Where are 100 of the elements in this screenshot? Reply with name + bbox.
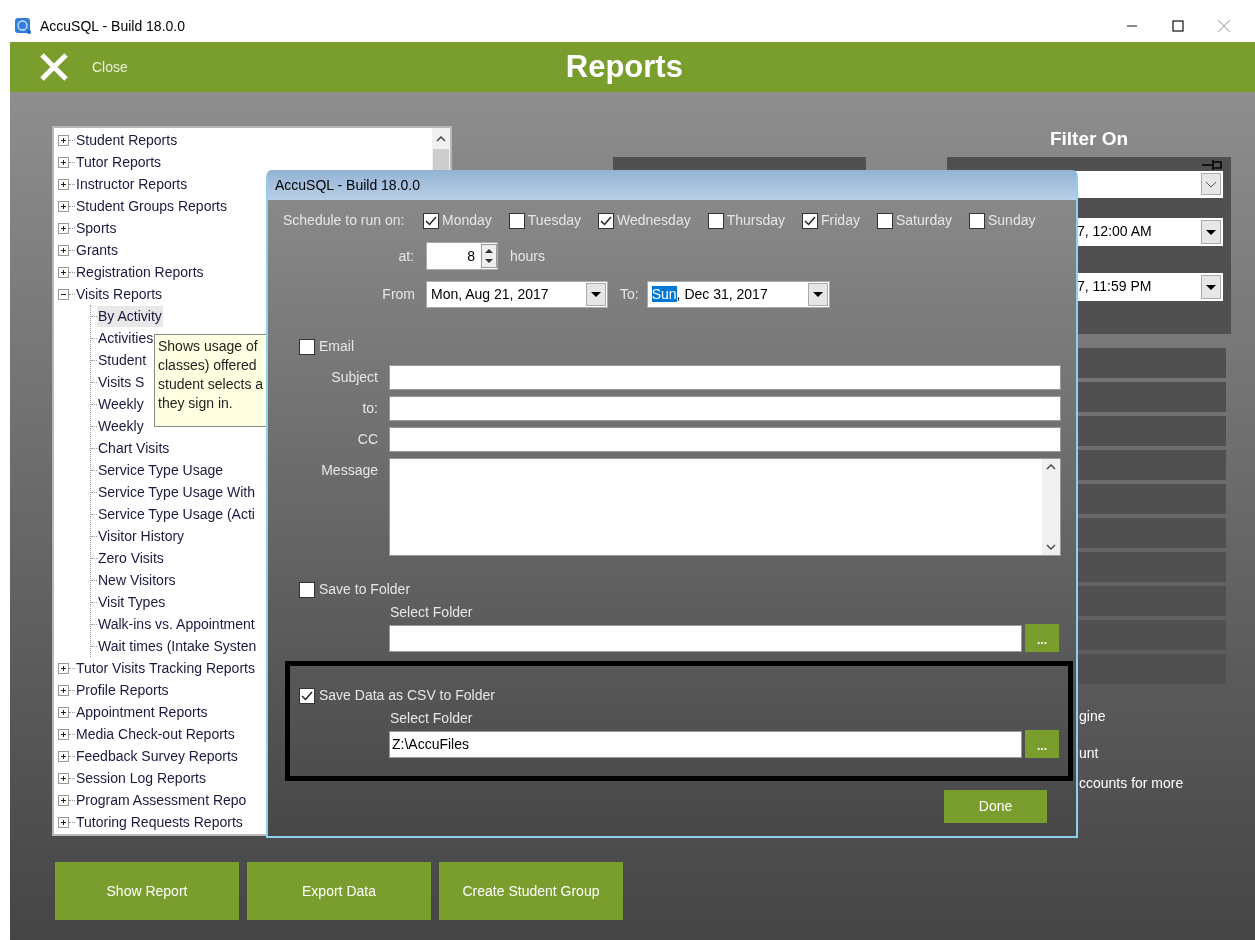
text-field[interactable] [389, 365, 1061, 390]
select-folder-label: Select Folder [390, 710, 473, 726]
tree-item[interactable]: Feedback Survey Reports [75, 745, 239, 767]
tree-item[interactable]: Program Assessment Repo [75, 789, 248, 811]
checkbox[interactable] [876, 212, 893, 229]
tree-item[interactable]: Weekly [97, 415, 145, 437]
day-label: Tuesday [527, 211, 581, 230]
expand-icon[interactable] [58, 684, 69, 696]
tree-item[interactable]: Activities [97, 327, 155, 349]
to-date-picker[interactable]: Sun, Dec 31, 2017 [646, 281, 830, 308]
expand-icon[interactable] [58, 728, 69, 740]
expand-icon[interactable] [58, 816, 69, 828]
tree-item[interactable]: Visits Reports [75, 283, 164, 305]
tree-item[interactable]: Student Reports [75, 129, 179, 151]
tree-item[interactable]: Zero Visits [97, 547, 165, 569]
folder-field[interactable]: Z:\AccuFiles [389, 730, 1022, 758]
tree-item[interactable]: Tutor Visits Tracking Reports [75, 657, 256, 679]
tree-item[interactable]: Student Groups Reports [75, 195, 228, 217]
expand-icon[interactable] [58, 662, 69, 674]
checkbox[interactable] [969, 212, 985, 229]
close-icon [38, 51, 70, 83]
message-label: Message [320, 461, 379, 480]
tree-item[interactable]: Service Type Usage [97, 459, 225, 481]
tree-item[interactable]: Session Log Reports [75, 767, 207, 789]
tree-item[interactable]: Registration Reports [75, 261, 205, 283]
hours-label: hours [510, 246, 546, 266]
expand-icon[interactable] [58, 750, 69, 762]
expand-icon[interactable] [58, 244, 69, 256]
expand-icon[interactable] [58, 266, 69, 278]
checkbox[interactable] [299, 338, 315, 355]
filter-title: Filter On [1048, 127, 1130, 151]
tree-item[interactable]: Visitor History [97, 525, 186, 547]
expand-icon[interactable] [58, 706, 69, 718]
tree-item[interactable]: Appointment Reports [75, 701, 209, 723]
to-label: To: [620, 285, 639, 304]
text-field[interactable] [389, 396, 1061, 421]
from-date-picker[interactable]: Mon, Aug 21, 2017 [426, 281, 608, 308]
expand-icon[interactable] [58, 200, 69, 212]
collapse-icon[interactable] [58, 288, 69, 300]
schedule-label: Schedule to run on: [283, 211, 406, 230]
expand-icon[interactable] [58, 772, 69, 784]
pin-icon[interactable] [1201, 158, 1223, 171]
checkbox-label: Save to Folder [319, 580, 411, 599]
tree-item[interactable]: Visit Types [97, 591, 167, 613]
tree-item[interactable]: Media Check-out Reports [75, 723, 236, 745]
checkbox[interactable] [423, 212, 439, 229]
option-text: gine [1079, 706, 1107, 726]
checkbox[interactable] [508, 212, 525, 229]
tree-item[interactable]: Tutoring Requests Reports [75, 811, 244, 833]
expand-icon[interactable] [58, 178, 69, 190]
tree-item[interactable]: Visits S [97, 371, 146, 393]
spinner-arrows-icon[interactable] [481, 244, 497, 268]
day-label: Friday [821, 211, 860, 230]
field-label: to: [361, 399, 379, 418]
message-field[interactable] [389, 458, 1061, 556]
option-text: unt [1079, 743, 1100, 763]
window-title: AccuSQL - Build 18.0.0 [40, 16, 185, 36]
day-label: Monday [442, 211, 492, 230]
chevron-down-icon [1201, 173, 1221, 195]
checkbox-label: Save Data as CSV to Folder [319, 686, 495, 705]
option-text: ccounts for more [1079, 773, 1185, 793]
expand-icon[interactable] [58, 794, 69, 806]
checkbox[interactable] [802, 212, 819, 229]
app-icon [14, 17, 32, 35]
tree-item[interactable]: Chart Visits [97, 437, 171, 459]
text-field[interactable] [389, 427, 1061, 452]
tree-item[interactable]: Instructor Reports [75, 173, 189, 195]
tree-item[interactable]: Service Type Usage With [97, 481, 256, 503]
scroll-up-icon[interactable] [1046, 463, 1056, 471]
scrollbar[interactable] [1042, 459, 1060, 555]
tree-item[interactable]: By Activity [97, 305, 163, 327]
dialog-title: AccuSQL - Build 18.0.0 [275, 175, 420, 195]
tree-item[interactable]: Wait times (Intake Systen [97, 635, 258, 657]
tree-item[interactable]: Profile Reports [75, 679, 170, 701]
tree-item[interactable]: Weekly [97, 393, 145, 415]
checkbox[interactable] [299, 581, 315, 598]
tree-item[interactable]: New Visitors [97, 569, 177, 591]
day-label: Wednesday [617, 211, 691, 230]
tooltip-text: Shows usage of classes) offered student selects a they sign in. [158, 337, 265, 413]
hours-spinner[interactable]: 8 [426, 242, 498, 270]
field-label: Subject [330, 368, 379, 387]
checkbox[interactable] [299, 687, 315, 704]
tree-item[interactable]: Grants [75, 239, 119, 261]
tree-item[interactable]: Sports [75, 217, 118, 239]
field-label: CC [356, 430, 379, 449]
tree-item[interactable]: Student [97, 349, 148, 371]
tree-item[interactable]: Service Type Usage (Acti [97, 503, 256, 525]
page-title: Reports [565, 47, 683, 86]
expand-icon[interactable] [58, 156, 69, 168]
day-label: Thursday [726, 211, 786, 230]
expand-icon[interactable] [58, 134, 69, 146]
scroll-down-icon[interactable] [1046, 543, 1056, 551]
expand-icon[interactable] [58, 222, 69, 234]
select-folder-label: Select Folder [390, 604, 473, 620]
checkbox[interactable] [598, 212, 614, 229]
folder-field[interactable] [389, 624, 1022, 652]
checkbox[interactable] [707, 212, 724, 229]
tree-item[interactable]: Tutor Reports [75, 151, 163, 173]
email-label: Email [319, 337, 354, 356]
tree-item[interactable]: Walk-ins vs. Appointment [97, 613, 256, 635]
